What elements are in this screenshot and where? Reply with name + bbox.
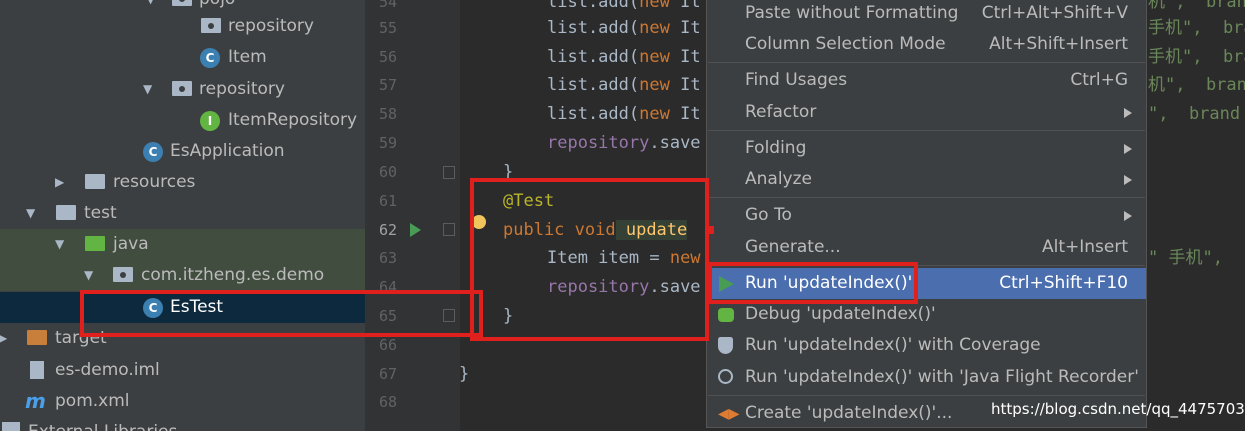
code-line: list.add(new It — [547, 75, 701, 95]
test-folder-icon — [85, 236, 105, 251]
tree-item-label: resources — [113, 172, 196, 192]
annotation-box-test-method — [470, 178, 709, 341]
submenu-arrow-icon — [1124, 211, 1132, 221]
menu-separator — [708, 395, 1145, 396]
package-icon — [172, 0, 192, 6]
submenu-arrow-icon — [1124, 175, 1132, 185]
chevron-right-icon[interactable]: ▶ — [55, 167, 64, 198]
code-line-tail: 机", bran — [1148, 75, 1245, 95]
menu-item-go-to[interactable]: Go To — [707, 200, 1146, 231]
package-icon — [113, 267, 133, 282]
tree-item-label: test — [84, 203, 117, 223]
menu-item-folding[interactable]: Folding — [707, 133, 1146, 164]
watermark: https://blog.csdn.net/qq_44757034 — [991, 400, 1245, 418]
class-icon: C — [200, 48, 220, 68]
line-number: 57 — [378, 76, 397, 94]
annotation-box-estest — [80, 290, 483, 337]
tree-item-resources[interactable]: ▶ resources — [0, 167, 365, 198]
tree-item-esapplication[interactable]: C EsApplication — [0, 136, 365, 167]
create-icon: ◀▶ — [718, 406, 740, 422]
fold-marker-icon[interactable] — [443, 166, 455, 179]
tree-item-item[interactable]: C Item — [0, 42, 365, 73]
debug-icon — [718, 308, 734, 322]
tree-item-label: Item — [228, 47, 267, 67]
line-number: 59 — [378, 134, 397, 152]
code-line-tail: ", brand — [1148, 104, 1241, 124]
tree-item-package[interactable]: ▼ com.itzheng.es.demo — [0, 260, 365, 291]
tree-item-label: java — [113, 234, 149, 254]
line-number: 68 — [378, 393, 397, 411]
folder-icon — [56, 205, 76, 220]
tree-item-label: es-demo.iml — [55, 360, 160, 380]
menu-item-refactor[interactable]: Refactor — [707, 97, 1146, 128]
tree-item-itemrepository[interactable]: I ItemRepository — [0, 105, 365, 136]
code-line-tail: 手机", bra — [1148, 47, 1245, 67]
menu-item-find-usages[interactable]: Find Usages Ctrl+G — [707, 65, 1146, 96]
chevron-right-icon[interactable]: ▶ — [0, 323, 7, 354]
tree-item-repository[interactable]: repository — [0, 11, 365, 42]
code-line: repository.save — [547, 133, 701, 153]
package-icon — [201, 18, 221, 33]
line-number: 55 — [378, 19, 397, 37]
menu-item-generate[interactable]: Generate... Alt+Insert — [707, 232, 1146, 263]
fold-marker-icon[interactable] — [443, 223, 455, 236]
tree-item-java[interactable]: ▼ java — [0, 229, 365, 260]
interface-icon: I — [200, 111, 220, 131]
code-line-tail: " 手机", — [1148, 248, 1223, 268]
spring-class-icon: C — [143, 142, 163, 162]
menu-item-run-with-jfr[interactable]: Run 'updateIndex()' with 'Java Flight Re… — [707, 362, 1146, 393]
tree-item-label: External Libraries — [28, 417, 177, 431]
tree-item-iml[interactable]: es-demo.iml — [0, 355, 365, 386]
menu-separator — [708, 197, 1145, 198]
menu-item-paste-without-formatting[interactable]: Paste without Formatting Ctrl+Alt+Shift+V — [707, 0, 1146, 29]
line-number: 60 — [378, 163, 397, 181]
chevron-down-icon[interactable]: ▼ — [55, 229, 64, 260]
line-number: 67 — [378, 365, 397, 383]
tree-item-label: pom.xml — [55, 391, 130, 411]
code-line: list.add(new It — [547, 47, 701, 67]
code-line: } — [459, 364, 470, 384]
tree-item-label: repository — [228, 16, 314, 36]
line-number: 58 — [378, 105, 397, 123]
menu-item-run-with-coverage[interactable]: Run 'updateIndex()' with Coverage — [707, 330, 1146, 361]
line-number: 62 — [378, 221, 397, 239]
submenu-arrow-icon — [1124, 108, 1132, 118]
file-icon — [30, 361, 44, 379]
excluded-folder-icon — [27, 330, 47, 345]
chevron-down-icon[interactable]: ▼ — [143, 74, 152, 105]
tree-item-test[interactable]: ▼ test — [0, 198, 365, 229]
coverage-icon — [718, 337, 733, 354]
annotation-dot — [706, 226, 714, 234]
tree-item-label: com.itzheng.es.demo — [141, 265, 325, 285]
annotation-box-run — [708, 262, 918, 304]
tree-item-repository-pkg[interactable]: ▼ repository — [0, 74, 365, 105]
package-icon — [172, 81, 192, 96]
submenu-arrow-icon — [1124, 144, 1132, 154]
code-line-tail: 手机", bra — [1148, 18, 1245, 38]
menu-item-column-selection-mode[interactable]: Column Selection Mode Alt+Shift+Insert — [707, 29, 1146, 60]
line-number: 56 — [378, 48, 397, 66]
flight-recorder-icon — [718, 369, 733, 384]
context-menu: Paste without Formatting Ctrl+Alt+Shift+V… — [706, 0, 1147, 428]
code-line: list.add(new It — [547, 18, 701, 38]
chevron-down-icon[interactable]: ▼ — [84, 260, 93, 291]
tree-item-label: EsApplication — [170, 141, 285, 161]
tree-item-label: ItemRepository — [228, 110, 358, 130]
menu-separator — [708, 62, 1145, 63]
tree-item-pom[interactable]: m pom.xml — [0, 386, 365, 417]
tree-item-external-libraries[interactable]: External Libraries — [0, 417, 365, 431]
code-line: list.add(new It — [547, 104, 701, 124]
menu-item-analyze[interactable]: Analyze — [707, 164, 1146, 195]
line-number: 61 — [378, 192, 397, 210]
library-icon — [2, 422, 20, 431]
maven-icon: m — [25, 389, 46, 413]
tree-item-label: repository — [199, 79, 285, 99]
line-number: 63 — [378, 249, 397, 267]
menu-separator — [708, 130, 1145, 131]
chevron-down-icon[interactable]: ▼ — [26, 198, 35, 229]
run-gutter-icon[interactable] — [410, 223, 421, 237]
resources-folder-icon — [85, 174, 105, 189]
project-tree: ▼ pojo repository C Item ▼ repository I … — [0, 0, 365, 431]
